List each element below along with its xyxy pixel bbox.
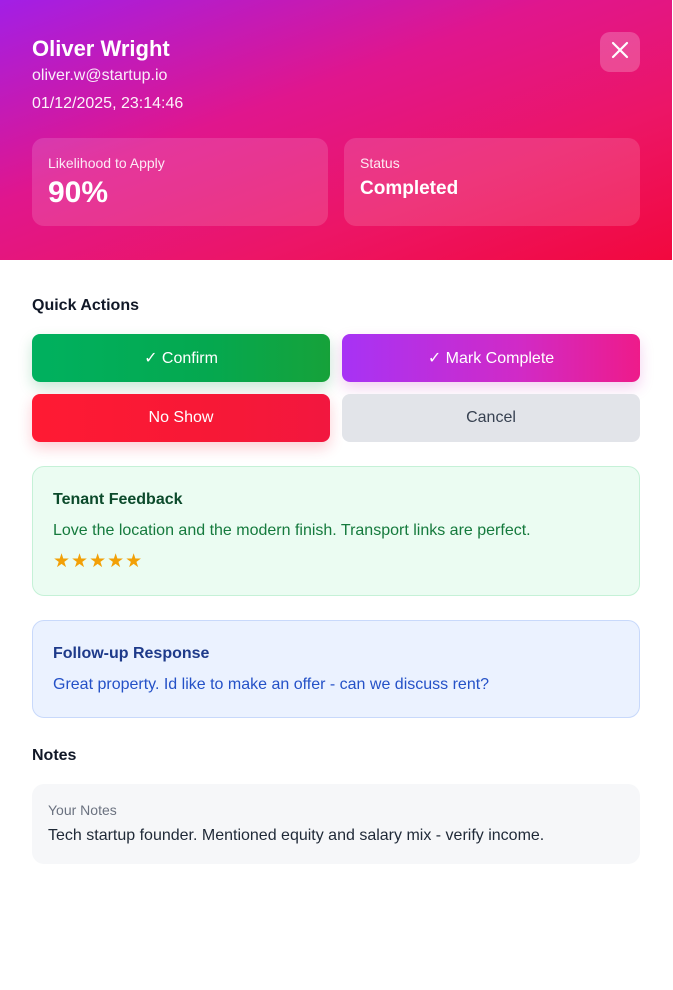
notes-label: Your Notes	[48, 802, 117, 818]
close-button[interactable]	[600, 32, 640, 72]
tenant-feedback-text: Love the location and the modern finish.…	[53, 522, 531, 539]
quick-actions-grid: ✓ Confirm ✓ Mark Complete No Show Cancel	[32, 334, 640, 442]
status-value: Completed	[360, 178, 459, 199]
tenant-feedback-card: Tenant Feedback Love the location and th…	[32, 466, 640, 596]
detail-content: Quick Actions ✓ Confirm ✓ Mark Complete …	[0, 260, 672, 864]
notes-text: Tech startup founder. Mentioned equity a…	[48, 827, 545, 844]
follow-up-title: Follow-up Response	[53, 645, 210, 662]
cancel-button[interactable]: Cancel	[342, 394, 640, 442]
tenant-email: oliver.w@startup.io	[32, 67, 168, 84]
status-card: Status Completed	[344, 138, 640, 226]
stats-row: Likelihood to Apply 90% Status Completed	[32, 138, 640, 226]
notes-title: Notes	[32, 747, 77, 764]
status-label: Status	[360, 155, 400, 171]
likelihood-card: Likelihood to Apply 90%	[32, 138, 328, 226]
notes-box[interactable]: Your Notes Tech startup founder. Mention…	[32, 784, 640, 864]
tenant-name: Oliver Wright	[32, 36, 170, 61]
close-icon	[611, 41, 629, 64]
quick-actions-title: Quick Actions	[32, 297, 139, 314]
likelihood-value: 90%	[48, 176, 109, 209]
follow-up-text: Great property. Id like to make an offer…	[53, 676, 490, 693]
follow-up-card: Follow-up Response Great property. Id li…	[32, 620, 640, 718]
confirm-button[interactable]: ✓ Confirm	[32, 334, 330, 382]
star-rating: ★★★★★	[53, 551, 144, 572]
viewing-detail-header: Oliver Wright oliver.w@startup.io 01/12/…	[0, 0, 672, 260]
tenant-feedback-title: Tenant Feedback	[53, 491, 183, 508]
likelihood-label: Likelihood to Apply	[48, 155, 165, 171]
no-show-button[interactable]: No Show	[32, 394, 330, 442]
viewing-datetime: 01/12/2025, 23:14:46	[32, 95, 184, 112]
mark-complete-button[interactable]: ✓ Mark Complete	[342, 334, 640, 382]
